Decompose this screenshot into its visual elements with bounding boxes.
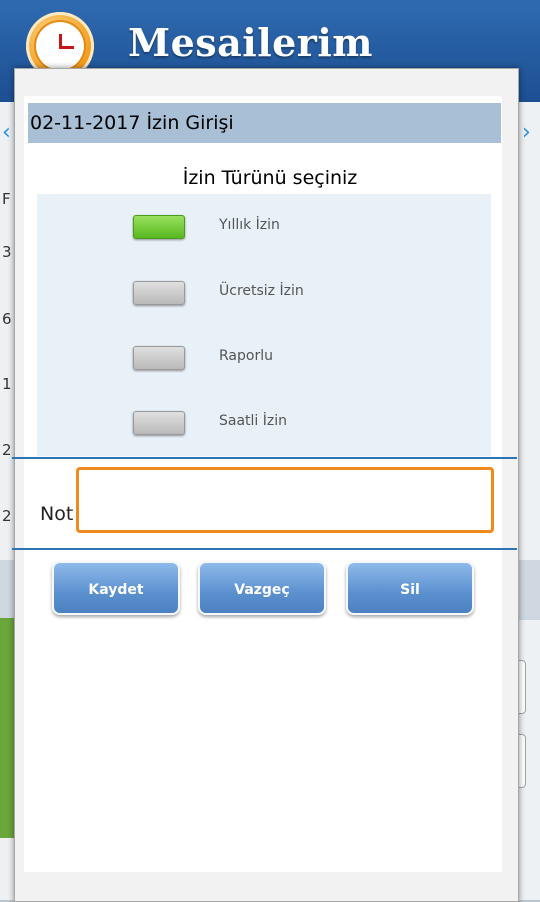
leave-type-label: Saatli İzin [219,413,288,429]
divider [12,457,517,459]
prev-arrow-icon[interactable]: ‹ [2,120,11,145]
leave-type-hourly[interactable]: Saatli İzin [37,402,491,442]
app-title: Mesailerim [128,20,373,65]
note-label: Not [40,503,74,525]
toggle-annual[interactable] [133,215,185,239]
next-arrow-icon[interactable]: › [522,120,531,145]
background-green-strip [0,618,14,838]
background-cell: F [2,190,11,208]
leave-type-annual[interactable]: Yıllık İzin [37,206,491,246]
toggle-hourly[interactable] [133,411,185,435]
save-button[interactable]: Kaydet [52,561,180,615]
note-input[interactable] [76,467,494,533]
leave-type-unpaid[interactable]: Ücretsiz İzin [37,272,491,312]
toggle-sick-report[interactable] [133,346,185,370]
background-cell: 3 [2,243,12,261]
divider [12,548,517,550]
background-cell: 2 [2,507,12,525]
delete-button[interactable]: Sil [346,561,474,615]
leave-type-label: Ücretsiz İzin [219,283,304,299]
leave-type-label: Yıllık İzin [219,217,280,233]
leave-type-prompt: İzin Türünü seçiniz [182,167,358,189]
dialog-title-bar: 02-11-2017 İzin Girişi [28,103,501,143]
background-cell: 2 [2,441,12,459]
cancel-button[interactable]: Vazgeç [198,561,326,615]
leave-type-label: Raporlu [219,348,273,364]
toggle-unpaid[interactable] [133,281,185,305]
leave-type-list: Yıllık İzin Ücretsiz İzin Raporlu Saatli… [37,194,491,456]
dialog-title: 02-11-2017 İzin Girişi [30,112,234,134]
background-cell: 1 [2,375,12,393]
leave-type-sick-report[interactable]: Raporlu [37,337,491,377]
background-cell: 6 [2,310,12,328]
